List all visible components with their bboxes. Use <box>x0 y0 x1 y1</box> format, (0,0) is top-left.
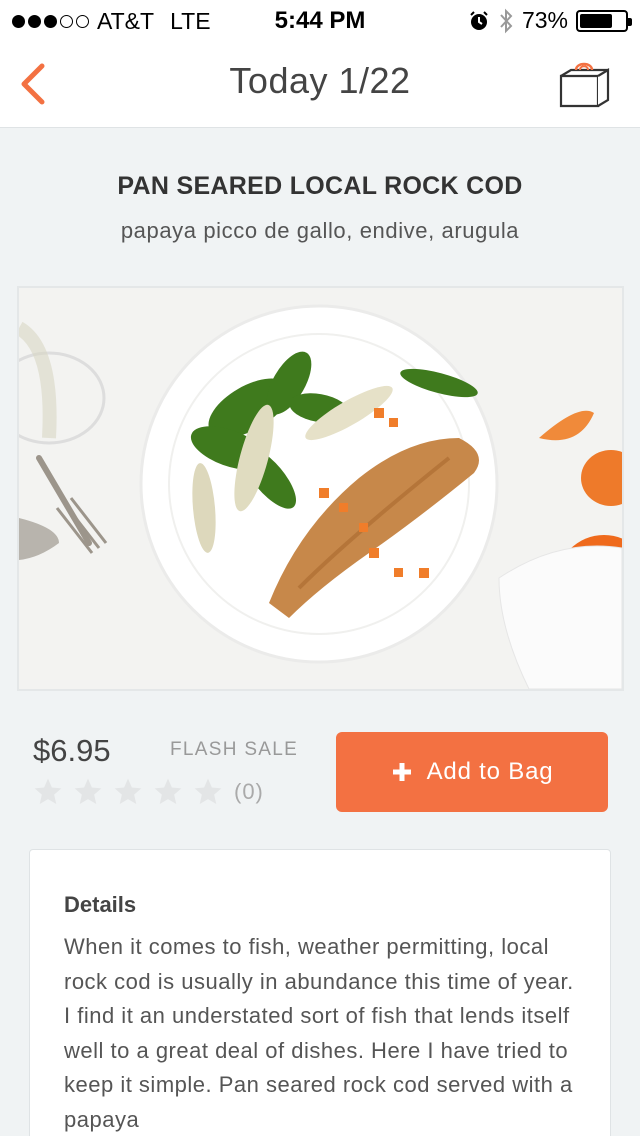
star-icon <box>114 778 142 804</box>
dish-subtitle: papaya picco de gallo, endive, arugula <box>120 218 520 243</box>
status-right: 73% <box>468 7 632 34</box>
add-to-bag-button[interactable]: Add to Bag <box>336 732 608 812</box>
price: $6.95 <box>33 733 111 768</box>
details-body: When it comes to fish, weather permittin… <box>64 934 574 1132</box>
shopping-bag-icon <box>559 62 610 108</box>
star-icon <box>154 778 182 804</box>
dish-name: PAN SEARED LOCAL ROCK COD <box>117 172 523 200</box>
plus-icon <box>392 763 411 781</box>
nav-bar: Today 1/22 <box>0 40 640 128</box>
rating-count: (0) <box>234 779 264 804</box>
page-title: Today 1/22 <box>229 60 411 101</box>
flash-sale-badge: FLASH SALE <box>170 739 299 760</box>
dish-photo <box>17 286 624 691</box>
battery-icon <box>576 9 632 32</box>
star-icon <box>34 778 62 804</box>
details-title: Details <box>64 892 137 917</box>
star-icon <box>194 778 222 804</box>
details-card: Details When it comes to fish, weather p… <box>29 849 611 1136</box>
bluetooth-icon <box>500 8 513 33</box>
star-icon <box>74 778 102 804</box>
status-bar: AT&T LTE 5:44 PM 73% <box>0 0 640 40</box>
rating-stars: (0) <box>32 776 264 808</box>
dish-photo-illustration <box>19 288 622 689</box>
battery-percent: 73% <box>521 7 568 33</box>
alarm-clock-icon <box>470 10 488 30</box>
shopping-bag-button[interactable] <box>558 60 612 108</box>
add-to-bag-label: Add to Bag <box>426 758 554 785</box>
